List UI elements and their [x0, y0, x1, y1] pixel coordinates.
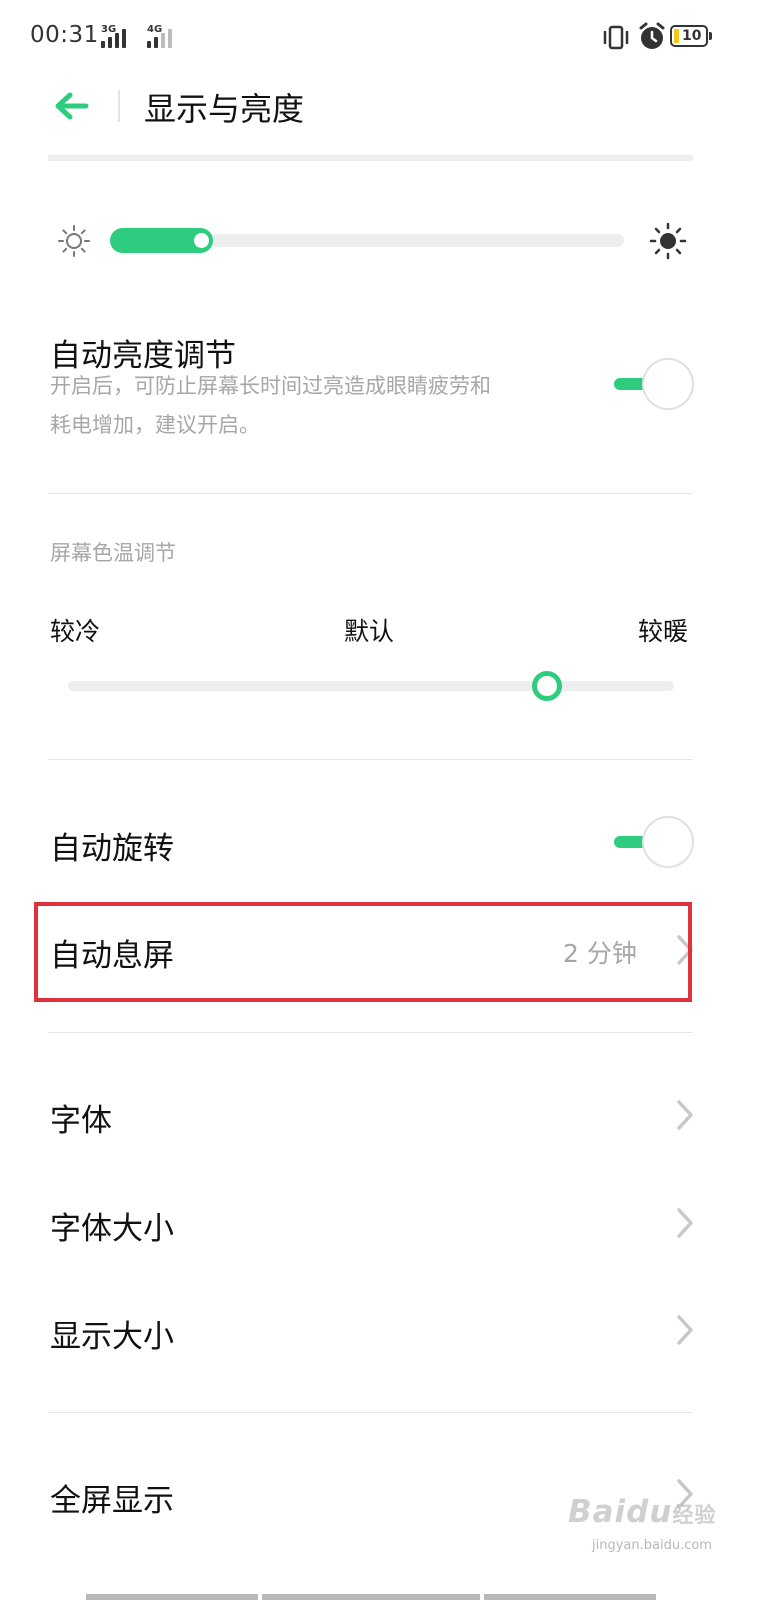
highlight-box — [34, 902, 692, 1002]
baidu-watermark-logo: Baidu经验 — [568, 1494, 716, 1530]
display-size-title: 显示大小 — [50, 1319, 174, 1355]
status-time: 00:31 — [30, 22, 99, 48]
header-separator — [118, 90, 120, 122]
chevron-right-icon — [677, 1315, 693, 1345]
chevron-right-icon — [677, 1100, 693, 1130]
divider — [48, 1032, 693, 1033]
brightness-high-icon — [649, 222, 687, 260]
back-arrow-icon[interactable] — [52, 86, 92, 126]
watermark-url: jingyan.baidu.com — [592, 1538, 712, 1553]
auto-rotate-toggle[interactable] — [612, 816, 694, 868]
bottom-bar-segment — [86, 1594, 258, 1600]
auto-brightness-desc-line2: 耗电增加，建议开启。 — [50, 413, 260, 437]
brightness-slider-thumb[interactable] — [194, 233, 209, 248]
network-type-label-1: 3G — [101, 24, 117, 35]
chevron-right-icon — [677, 1208, 693, 1238]
fullscreen-title: 全屏显示 — [50, 1483, 174, 1519]
color-temp-cool-label: 较冷 — [50, 617, 101, 646]
divider — [48, 493, 693, 494]
alarm-icon — [639, 22, 665, 49]
bottom-bar-segment — [262, 1594, 480, 1600]
header-divider — [48, 155, 693, 161]
watermark-logo-cn: 经验 — [672, 1503, 717, 1527]
signal-3g-icon: 3G — [101, 24, 135, 48]
battery-level: 10 — [682, 28, 702, 44]
color-temp-section-label: 屏幕色温调节 — [50, 541, 176, 565]
vibrate-icon — [603, 25, 629, 50]
auto-brightness-desc-line1: 开启后，可防止屏幕长时间过亮造成眼睛疲劳和 — [50, 374, 491, 398]
battery-icon: 10 — [670, 25, 712, 47]
auto-brightness-toggle[interactable] — [612, 358, 694, 410]
font-size-title: 字体大小 — [50, 1211, 174, 1247]
divider — [48, 759, 693, 760]
font-title: 字体 — [50, 1103, 112, 1139]
brightness-low-icon — [58, 225, 90, 257]
color-temp-warm-label: 较暖 — [638, 617, 689, 646]
watermark-logo-text: Baidu — [568, 1494, 673, 1530]
font-row[interactable] — [34, 1074, 692, 1154]
color-temp-slider-thumb[interactable] — [532, 671, 562, 701]
signal-4g-icon: 4G — [147, 24, 181, 48]
color-temp-slider[interactable] — [68, 671, 674, 701]
color-temp-default-label: 默认 — [344, 617, 395, 646]
brightness-slider[interactable] — [110, 228, 624, 253]
auto-rotate-title: 自动旋转 — [50, 831, 174, 867]
divider — [48, 1412, 693, 1413]
network-type-label-2: 4G — [147, 24, 163, 35]
page-title: 显示与亮度 — [144, 90, 305, 128]
bottom-bar-segment — [484, 1594, 656, 1600]
